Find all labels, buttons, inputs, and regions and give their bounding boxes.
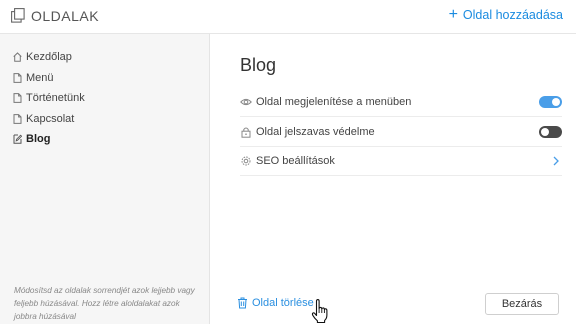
reorder-hint: Módosítsd az oldalak sorrendjét azok lej… xyxy=(14,286,195,321)
lock-icon xyxy=(241,127,251,138)
pages-icon xyxy=(11,8,25,23)
sidebar-item-kapcsolat[interactable]: Kapcsolat xyxy=(0,109,209,130)
delete-page-button[interactable]: Oldal törlése xyxy=(237,297,314,309)
page-settings-panel: Blog Oldal megjelenítése a menüben Oldal… xyxy=(211,34,576,324)
sidebar-item-label: Menü xyxy=(26,71,54,84)
toggle-knob xyxy=(541,128,549,136)
sidebar-item-label: Kezdőlap xyxy=(26,51,72,64)
setting-seo[interactable]: SEO beállítások xyxy=(240,147,562,176)
page-icon xyxy=(13,72,22,83)
app-title: OLDALAK xyxy=(31,8,100,24)
add-page-button[interactable]: + Oldal hozzáadása xyxy=(448,6,563,23)
setting-label: SEO beállítások xyxy=(256,155,335,167)
sidebar-item-label: Blog xyxy=(26,133,51,146)
header-bar: OLDALAK + Oldal hozzáadása xyxy=(0,0,576,34)
page-icon xyxy=(13,113,22,124)
plus-icon: + xyxy=(448,6,458,23)
delete-page-label: Oldal törlése xyxy=(252,297,314,309)
sidebar-item-tortenetunk[interactable]: Történetünk xyxy=(0,88,209,109)
chevron-right-icon xyxy=(553,156,559,166)
close-button[interactable]: Bezárás xyxy=(485,293,559,315)
hand-cursor-icon xyxy=(311,299,328,324)
toggle-knob xyxy=(552,98,560,106)
blog-edit-icon xyxy=(13,134,22,144)
sidebar-item-blog[interactable]: Blog xyxy=(0,129,209,150)
setting-show-in-menu: Oldal megjelenítése a menüben xyxy=(240,88,562,117)
gear-icon xyxy=(241,156,251,166)
setting-label: Oldal jelszavas védelme xyxy=(256,126,375,138)
trash-icon xyxy=(238,297,247,309)
page-title: Blog xyxy=(240,55,277,75)
page-list: Kezdőlap Menü Történetünk Kapcsolat Blog xyxy=(0,47,209,150)
password-protection-toggle[interactable] xyxy=(539,126,562,138)
sidebar-item-label: Kapcsolat xyxy=(26,112,75,125)
sidebar-item-label: Történetünk xyxy=(26,92,85,105)
home-icon xyxy=(13,52,22,63)
setting-password-protection: Oldal jelszavas védelme xyxy=(240,118,562,147)
sidebar-item-menu[interactable]: Menü xyxy=(0,68,209,89)
setting-label: Oldal megjelenítése a menüben xyxy=(256,96,412,108)
add-page-label: Oldal hozzáadása xyxy=(462,8,563,22)
sidebar: Kezdőlap Menü Történetünk Kapcsolat Blog… xyxy=(0,34,210,324)
sidebar-item-kezdolap[interactable]: Kezdőlap xyxy=(0,47,209,68)
show-in-menu-toggle[interactable] xyxy=(539,96,562,108)
eye-icon xyxy=(240,98,252,106)
page-icon xyxy=(13,93,22,104)
